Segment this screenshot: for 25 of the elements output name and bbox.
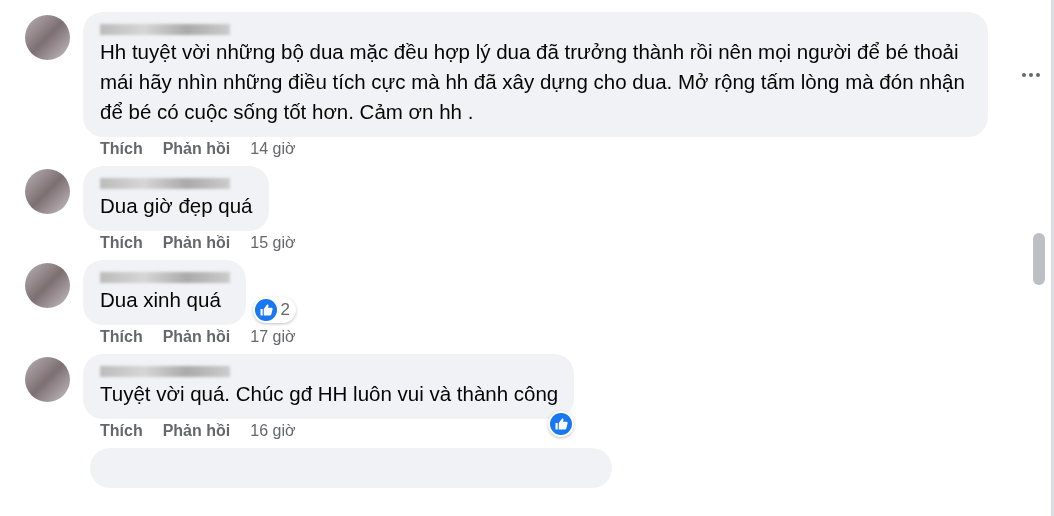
comment-time: 15 giờ	[250, 234, 296, 252]
reaction-badge[interactable]	[548, 411, 575, 437]
avatar[interactable]	[25, 15, 70, 60]
comment-text: Dua xinh quá	[100, 287, 222, 313]
avatar[interactable]	[25, 263, 70, 308]
scrollbar-thumb[interactable]	[1033, 233, 1045, 285]
thumbs-up-icon	[550, 413, 573, 435]
comment-text: Hh tuyệt vời những bộ dua mặc đều hợp lý dua đã trưởng thành rồi nên mọi người để bé thoải mái hãy nhìn những điều tích cực mà hh đã xây dựng cho dua. Mở rộng tấm lòng mà đón nhận để bé có cuộc sống tốt hơn. Cảm ơn hh .	[100, 39, 966, 125]
reply-link[interactable]: Phản hồi	[162, 234, 231, 252]
thumbs-up-icon	[254, 299, 277, 321]
like-link[interactable]: Thích	[100, 328, 143, 346]
reaction-badge[interactable]: 2	[252, 297, 296, 323]
avatar[interactable]	[25, 169, 70, 214]
comment-time: 14 giờ	[250, 140, 296, 158]
reply-link[interactable]: Phản hồi	[162, 328, 231, 346]
comment-text: Tuyệt vời quá. Chúc gđ HH luôn vui và thành công	[100, 381, 559, 407]
avatar[interactable]	[25, 357, 70, 402]
like-link[interactable]: Thích	[100, 422, 143, 440]
like-link[interactable]: Thích	[100, 140, 143, 158]
reply-link[interactable]: Phản hồi	[162, 140, 231, 158]
comment-text: Dua giờ đẹp quá	[100, 193, 253, 219]
reply-link[interactable]: Phản hồi	[162, 422, 231, 440]
comment-time: 17 giờ	[250, 328, 296, 346]
comment-time: 16 giờ	[250, 422, 296, 440]
like-link[interactable]: Thích	[100, 234, 143, 252]
